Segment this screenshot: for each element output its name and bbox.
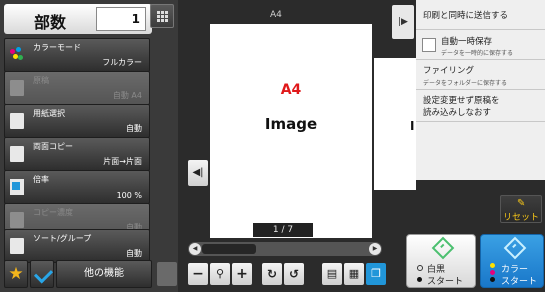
paper-icon bbox=[10, 113, 24, 129]
other-functions-button[interactable]: 他の機能 bbox=[56, 260, 152, 288]
menu-item-print-and-send-label: 印刷と同時に送信する bbox=[423, 11, 509, 21]
eraser-icon: ✎ bbox=[517, 198, 526, 209]
copies-button[interactable]: 部数 1 bbox=[4, 4, 152, 34]
color-mode-value: フルカラー bbox=[102, 58, 142, 67]
scale-button[interactable]: 倍率 100 % bbox=[4, 170, 150, 204]
scroll-right-icon[interactable]: ▶ bbox=[369, 243, 381, 255]
auto-save-checkbox[interactable] bbox=[422, 38, 436, 52]
duplex-label: 両面コピー bbox=[33, 142, 73, 151]
rotate-ccw-button[interactable]: ↺ bbox=[284, 263, 304, 285]
original-label: 原稿 bbox=[33, 76, 49, 85]
paper-select-button[interactable]: 用紙選択 自動 bbox=[4, 104, 150, 138]
color-mode-button[interactable]: カラーモード フルカラー bbox=[4, 38, 150, 72]
keypad-icon bbox=[157, 11, 168, 22]
color-black-dot-icon bbox=[490, 277, 495, 282]
copies-label: 部数 bbox=[34, 13, 67, 32]
rotate-ccw-icon: ↺ bbox=[288, 267, 300, 281]
chevron-right-icon: |▶ bbox=[398, 17, 408, 27]
reset-button[interactable]: ✎ リセット bbox=[500, 195, 542, 223]
zoom-in-button[interactable]: + bbox=[232, 263, 252, 285]
pages-icon: ❐ bbox=[371, 267, 381, 280]
favorite-button[interactable]: ★ bbox=[4, 260, 28, 288]
bw-start-button[interactable]: 白黒 スタート bbox=[406, 234, 476, 288]
next-preview-page[interactable]: I bbox=[374, 58, 416, 190]
menu-item-rescan-line2: 読み込みしなおす bbox=[423, 108, 492, 118]
density-icon bbox=[10, 212, 24, 228]
magnify-button[interactable]: ⚲ bbox=[210, 263, 230, 285]
scale-icon bbox=[10, 179, 24, 195]
menu-item-auto-save[interactable]: 自動一時保存 データを一時的に保存する bbox=[416, 30, 545, 60]
reset-label: リセット bbox=[502, 213, 539, 223]
bw-start-line2: スタート bbox=[427, 277, 464, 287]
confirm-button[interactable] bbox=[30, 260, 54, 288]
start-diamond-icon bbox=[503, 236, 527, 260]
bw-black-dot-icon bbox=[417, 277, 422, 282]
rotate-button[interactable]: ↻ bbox=[262, 263, 282, 285]
paper-select-value: 自動 bbox=[126, 124, 142, 133]
page-view-button[interactable]: ❐ bbox=[366, 263, 386, 285]
preview-page[interactable]: A4 Image bbox=[210, 24, 372, 238]
list-icon: ▤ bbox=[326, 267, 338, 280]
duplex-icon bbox=[10, 146, 24, 162]
sort-icon bbox=[10, 238, 24, 254]
menu-item-auto-save-label: 自動一時保存 bbox=[441, 37, 493, 47]
zoom-out-button[interactable]: − bbox=[188, 263, 208, 285]
thumbnail-view-button[interactable]: ▦ bbox=[344, 263, 364, 285]
collapse-menu-button[interactable]: |▶ bbox=[392, 5, 414, 39]
scroll-thumb[interactable] bbox=[202, 244, 256, 254]
original-icon bbox=[10, 80, 24, 96]
color-magenta-dot-icon bbox=[490, 270, 495, 275]
keypad-button[interactable] bbox=[150, 4, 174, 28]
copies-field[interactable]: 1 bbox=[96, 7, 146, 31]
page-body: Image bbox=[264, 115, 318, 133]
page-title: A4 bbox=[280, 82, 302, 98]
rotate-icon: ↻ bbox=[266, 267, 278, 281]
original-value: 自動 A4 bbox=[112, 91, 142, 100]
paper-select-label: 用紙選択 bbox=[33, 109, 65, 118]
search-icon: ⚲ bbox=[215, 267, 225, 280]
horizontal-scrollbar[interactable]: ◀ ▶ bbox=[188, 242, 382, 256]
menu-item-print-and-send[interactable]: 印刷と同時に送信する bbox=[416, 0, 545, 30]
scale-value: 100 % bbox=[116, 191, 142, 200]
previous-page-button[interactable]: ◀| bbox=[188, 160, 208, 186]
scroll-left-icon[interactable]: ◀ bbox=[189, 243, 201, 255]
minus-icon: − bbox=[192, 266, 204, 282]
page-counter: 1 / 7 bbox=[253, 223, 313, 237]
density-label: コピー濃度 bbox=[33, 208, 73, 217]
program-button[interactable] bbox=[157, 262, 177, 286]
color-yellow-dot-icon bbox=[490, 263, 495, 268]
menu-item-rescan-line1: 設定変更せず原稿を bbox=[423, 96, 500, 106]
sort-button[interactable]: ソート/グループ 自動 bbox=[4, 229, 150, 263]
settings-panel: 部数 1 カラーモード フルカラー 原稿 自動 A4 用紙選択 自動 両面コピー… bbox=[0, 0, 178, 292]
color-mode-label: カラーモード bbox=[33, 43, 81, 52]
paper-size-label: A4 bbox=[270, 10, 282, 20]
plus-icon: + bbox=[236, 266, 248, 282]
color-start-button[interactable]: カラー スタート bbox=[480, 234, 544, 288]
original-button[interactable]: 原稿 自動 A4 bbox=[4, 71, 150, 105]
scale-label: 倍率 bbox=[33, 175, 49, 184]
menu-item-filing-sub: データをフォルダーに保存する bbox=[423, 80, 508, 87]
next-page-text: I bbox=[410, 119, 415, 133]
color-start-line2: スタート bbox=[501, 277, 538, 287]
menu-item-filing-label: ファイリング bbox=[423, 66, 475, 76]
single-view-button[interactable]: ▤ bbox=[322, 263, 342, 285]
color-mode-icon bbox=[10, 47, 24, 63]
check-icon bbox=[33, 264, 54, 284]
action-menu: 印刷と同時に送信する 自動一時保存 データを一時的に保存する ファイリング デー… bbox=[416, 0, 545, 180]
chevron-left-icon: ◀| bbox=[192, 167, 204, 178]
menu-item-auto-save-sub: データを一時的に保存する bbox=[441, 50, 514, 57]
duplex-value: 片面→片面 bbox=[103, 157, 142, 166]
sort-value: 自動 bbox=[126, 249, 142, 258]
grid-icon: ▦ bbox=[348, 267, 360, 280]
menu-item-rescan[interactable]: 設定変更せず原稿を 読み込みしなおす bbox=[416, 90, 545, 122]
duplex-button[interactable]: 両面コピー 片面→片面 bbox=[4, 137, 150, 171]
sort-label: ソート/グループ bbox=[33, 234, 92, 243]
bw-white-dot-icon bbox=[417, 265, 423, 271]
star-icon: ★ bbox=[8, 264, 24, 284]
bottom-bar: ★ 他の機能 bbox=[4, 260, 176, 288]
menu-item-filing[interactable]: ファイリング データをフォルダーに保存する bbox=[416, 60, 545, 90]
start-diamond-icon bbox=[431, 236, 455, 260]
